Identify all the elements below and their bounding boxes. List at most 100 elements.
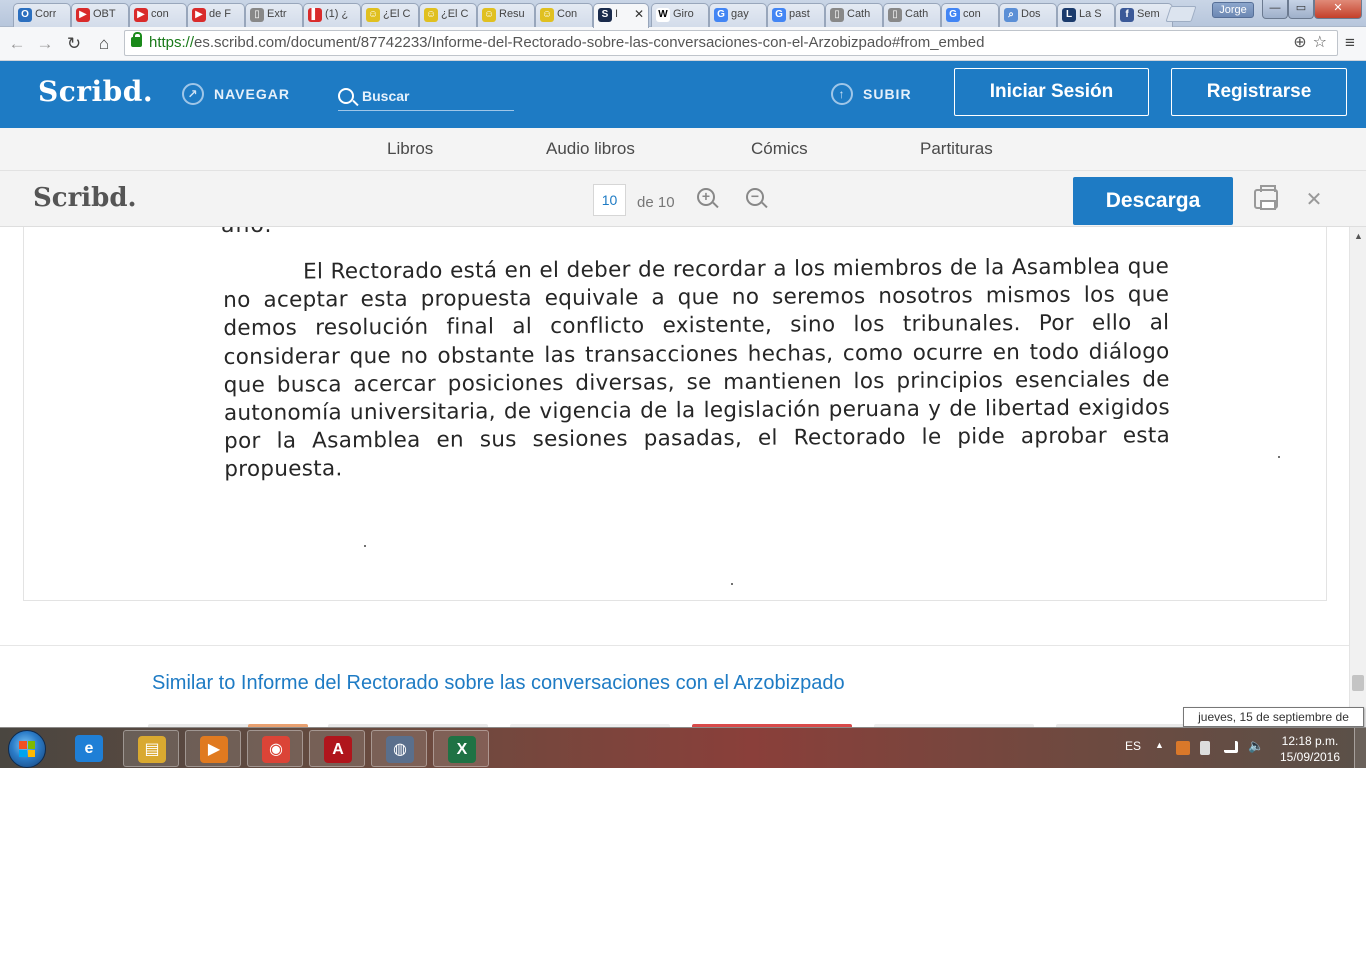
taskbar-app[interactable]: ▶ [185, 730, 241, 767]
taskbar-app[interactable]: ◉ [247, 730, 303, 767]
profile-button[interactable]: Jorge [1212, 2, 1254, 18]
chrome-menu-icon[interactable]: ≡ [1341, 33, 1359, 53]
ie-icon: e [75, 735, 103, 762]
browser-tab[interactable]: ▯ Cath [825, 3, 883, 27]
bookmark-star-icon[interactable]: ☆ [1313, 34, 1333, 51]
back-button[interactable]: ← [6, 33, 28, 55]
tab-title: Cath [905, 8, 929, 20]
document-icon: ▯ [830, 8, 844, 22]
tab-title: ¿El C [441, 8, 469, 20]
scribd-icon: S [598, 8, 612, 22]
zoom-in-icon[interactable]: + [697, 188, 719, 210]
register-button[interactable]: Registrarse [1171, 68, 1347, 116]
section-divider [0, 645, 1349, 646]
browser-tab[interactable]: Gpast [767, 3, 825, 27]
browser-tab[interactable]: ▯ Cath [883, 3, 941, 27]
zoom-icon[interactable]: ⊕ [1293, 34, 1312, 51]
minimize-button[interactable]: — [1262, 0, 1288, 19]
category-audio-libros[interactable]: Audio libros [546, 139, 635, 159]
browser-tab[interactable]: ▶ de F [187, 3, 245, 27]
collapse-icon[interactable]: ✕ [1303, 189, 1325, 211]
taskbar-app[interactable]: ◍ [371, 730, 427, 767]
scrollbar-thumb[interactable] [1352, 675, 1364, 691]
scan-speck [731, 583, 733, 585]
network-icon[interactable] [1224, 741, 1238, 753]
browser-tab[interactable]: ☺ ¿El C [419, 3, 477, 27]
zoom-out-icon[interactable]: − [746, 188, 768, 210]
smiley-icon: ☺ [366, 8, 380, 22]
download-button[interactable]: Descarga [1073, 177, 1233, 225]
close-window-button[interactable]: ✕ [1314, 0, 1362, 19]
taskbar-app[interactable]: X [433, 730, 489, 767]
reload-button[interactable]: ↻ [63, 33, 85, 55]
similar-documents-heading[interactable]: Similar to Informe del Rectorado sobre l… [152, 672, 845, 695]
tab-title: I [615, 8, 619, 20]
subir-button[interactable]: ↑ SUBIR [831, 83, 912, 105]
address-bar[interactable]: https://es.scribd.com/document/87742233/… [124, 30, 1338, 56]
google-icon: G [946, 8, 960, 22]
browser-tab-active[interactable]: S I ✕ [593, 3, 649, 28]
browser-tab[interactable]: ▌ (1) ¿ [303, 3, 361, 27]
document-viewer[interactable]: año. El Rectorado está en el deber de re… [0, 227, 1349, 727]
reader-logo[interactable]: Scribd. [33, 183, 137, 213]
facebook-icon: f [1120, 8, 1134, 22]
battery-icon[interactable] [1200, 741, 1210, 755]
tab-title: Con [557, 8, 578, 20]
page-number-input[interactable]: 10 [593, 184, 626, 216]
start-button[interactable] [8, 730, 46, 768]
smiley-icon: ☺ [424, 8, 438, 22]
explorer-icon: ▤ [138, 736, 166, 763]
clock-time: 12:18 p.m. [1281, 734, 1339, 748]
language-indicator[interactable]: ES [1125, 739, 1141, 753]
navegar-button[interactable]: ↗ NAVEGAR [182, 83, 290, 105]
taskbar-app[interactable]: A [309, 730, 365, 767]
tab-title: Resu [499, 8, 525, 20]
login-button[interactable]: Iniciar Sesión [954, 68, 1149, 116]
windows-taskbar: e ▤ ▶ ◉ A ◍ X ES ▲ 🔈 12:18 p.m. 15/09/2016 [0, 727, 1366, 769]
taskbar-app[interactable]: e [61, 730, 117, 767]
browser-tab[interactable]: ☺ Resu [477, 3, 535, 27]
youtube-icon: ▶ [192, 8, 206, 22]
show-hidden-icons[interactable]: ▲ [1155, 740, 1164, 750]
category-comics[interactable]: Cómics [751, 139, 808, 159]
browser-tab[interactable]: ▯ Extr [245, 3, 303, 27]
browser-tab[interactable]: Gcon [941, 3, 999, 27]
category-partituras[interactable]: Partituras [920, 139, 993, 159]
browser-tab[interactable]: ⌕ Dos [999, 3, 1057, 27]
print-icon[interactable] [1254, 185, 1278, 210]
url-text: es.scribd.com/document/87742233/Informe-… [194, 34, 985, 51]
volume-icon[interactable]: 🔈 [1248, 738, 1264, 753]
browser-tab[interactable]: W Giro [651, 3, 709, 27]
browser-tab[interactable]: Ggay [709, 3, 767, 27]
browser-tab[interactable]: O Corr [13, 3, 71, 27]
antivirus-icon[interactable] [1176, 741, 1190, 755]
search-box[interactable] [338, 81, 514, 111]
document-page: año. El Rectorado está en el deber de re… [23, 227, 1327, 601]
browser-tab[interactable]: ▶ con [129, 3, 187, 27]
upload-icon: ↑ [831, 83, 853, 105]
browser-tab[interactable]: L La S [1057, 3, 1115, 27]
chrome-icon: ◉ [262, 736, 290, 763]
category-libros[interactable]: Libros [387, 139, 433, 159]
home-button[interactable]: ⌂ [93, 33, 115, 55]
show-desktop-button[interactable] [1354, 728, 1366, 769]
tab-title: Extr [267, 8, 287, 20]
new-tab-button[interactable] [1165, 6, 1197, 22]
taskbar-clock[interactable]: 12:18 p.m. 15/09/2016 [1270, 733, 1350, 765]
close-tab-icon[interactable]: ✕ [634, 7, 644, 21]
browser-tab[interactable]: f Sem [1115, 3, 1173, 27]
browser-tab[interactable]: ▶ OBT [71, 3, 129, 27]
browser-tab[interactable]: ☺ Con [535, 3, 593, 27]
maximize-button[interactable]: ▭ [1288, 0, 1314, 19]
category-nav: Libros Audio libros Cómics Partituras [0, 128, 1366, 171]
scribd-logo[interactable]: Scribd. [38, 75, 153, 108]
browser-tab[interactable]: ☺ ¿El C [361, 3, 419, 27]
scroll-up-icon[interactable]: ▲ [1354, 231, 1363, 241]
vertical-scrollbar[interactable]: ▲ [1349, 227, 1366, 727]
forward-button[interactable]: → [34, 33, 56, 55]
search-input[interactable] [362, 87, 502, 104]
clock-date: 15/09/2016 [1279, 750, 1341, 764]
screen: { "browser": { "tabs": [ {"title": "Corr… [0, 0, 1366, 980]
scan-speck [364, 545, 366, 547]
taskbar-app[interactable]: ▤ [123, 730, 179, 767]
